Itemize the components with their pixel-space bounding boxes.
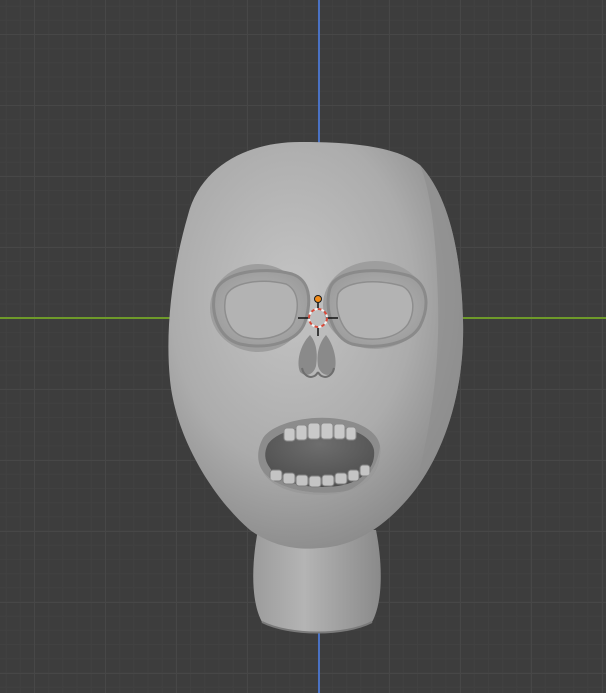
mouth	[258, 417, 381, 495]
right-eye-socket	[323, 261, 428, 349]
3d-viewport[interactable]	[0, 0, 606, 693]
object-origin-point[interactable]	[314, 295, 322, 303]
skull-mesh[interactable]	[0, 0, 606, 693]
